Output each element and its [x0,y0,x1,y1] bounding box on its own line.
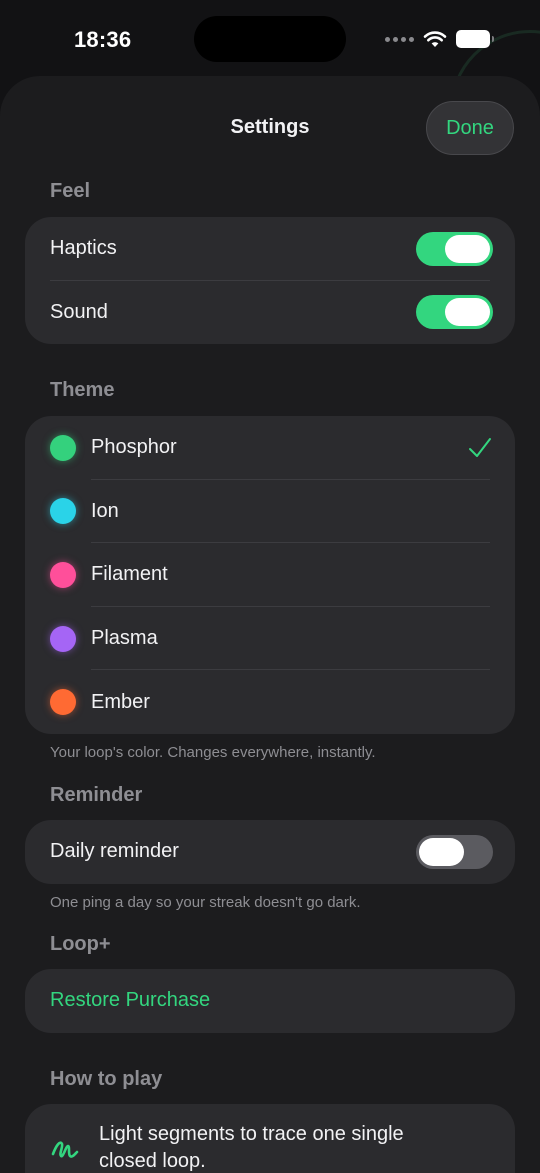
theme-group: Phosphor Ion Filament Plasma Ember [25,416,515,734]
theme-option-label: Filament [91,563,168,586]
daily-reminder-label: Daily reminder [50,840,179,863]
theme-option-label: Plasma [91,627,158,650]
theme-option-plasma[interactable]: Plasma [25,607,515,671]
restore-purchase-label: Restore Purchase [50,989,211,1012]
section-header-theme: Theme [50,379,115,401]
reminder-footnote: One ping a day so your streak doesn't go… [50,894,361,911]
theme-footnote: Your loop's color. Changes everywhere, i… [50,744,376,761]
section-header-loop-plus: Loop+ [50,933,111,955]
haptics-row: Haptics [25,217,515,281]
ion-swatch-icon [50,498,76,525]
haptics-label: Haptics [50,237,117,260]
screen: 18:36 Settings Done Feel Haptics Sound T… [0,0,540,1173]
sound-label: Sound [50,300,108,323]
scribble-icon [51,1141,79,1158]
battery-icon [456,30,494,48]
plasma-swatch-icon [50,625,76,652]
ember-swatch-icon [50,689,76,716]
theme-option-ion[interactable]: Ion [25,480,515,544]
haptics-toggle[interactable] [416,231,493,266]
sound-toggle[interactable] [416,295,493,330]
how-to-play-text: Light segments to trace one single close… [99,1123,404,1172]
wifi-icon [423,31,447,47]
how-to-play-group: Light segments to trace one single close… [25,1104,515,1173]
section-header-reminder: Reminder [50,784,143,806]
theme-option-label: Ion [91,499,119,522]
section-header-how-to-play: How to play [50,1068,163,1090]
cellular-signal-icon [385,36,414,42]
feel-group: Haptics Sound [25,217,515,345]
how-to-play-item: Light segments to trace one single close… [25,1104,515,1173]
restore-purchase-button[interactable]: Restore Purchase [25,969,515,1033]
theme-option-phosphor[interactable]: Phosphor [25,416,515,480]
status-time: 18:36 [74,27,132,52]
checkmark-icon [469,437,491,457]
status-bar: 18:36 [0,0,540,80]
filament-swatch-icon [50,561,76,588]
daily-reminder-row: Daily reminder [25,820,515,884]
settings-sheet: Settings Done Feel Haptics Sound Theme P… [0,76,540,1173]
section-header-feel: Feel [50,180,91,202]
sound-row: Sound [25,281,515,345]
reminder-group: Daily reminder [25,820,515,884]
loop-plus-group: Restore Purchase [25,969,515,1033]
theme-option-filament[interactable]: Filament [25,543,515,607]
dynamic-island [194,16,346,62]
done-button[interactable]: Done [426,101,514,155]
theme-option-ember[interactable]: Ember [25,670,515,734]
theme-option-label: Ember [91,690,150,713]
theme-option-label: Phosphor [91,436,177,459]
phosphor-swatch-icon [50,434,76,461]
sheet-header: Settings Done [0,76,540,180]
daily-reminder-toggle[interactable] [416,834,493,869]
status-icons [385,30,494,48]
